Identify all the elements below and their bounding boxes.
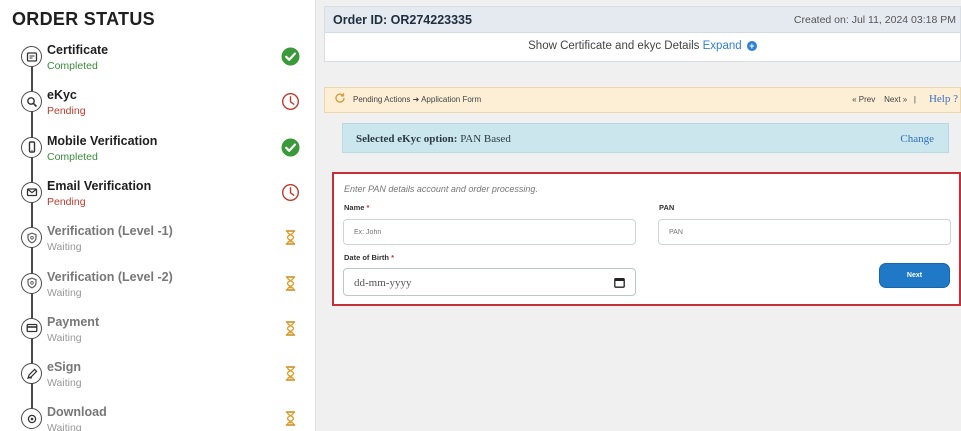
show-certificate-row: Show Certificate and ekyc Details Expand… bbox=[325, 40, 960, 52]
pan-form: Enter PAN details account and order proc… bbox=[332, 172, 961, 306]
status-step: Verification (Level -1) Waiting bbox=[0, 221, 316, 267]
email-icon bbox=[21, 181, 42, 203]
order-id: Order ID: OR274223335 bbox=[333, 13, 472, 27]
clock-icon bbox=[281, 183, 300, 202]
name-input[interactable] bbox=[343, 219, 636, 245]
ekyc-option-value: PAN Based bbox=[460, 133, 511, 145]
created-date: Created on: Jul 11, 2024 03:18 PM bbox=[793, 14, 956, 26]
step-status: Pending bbox=[47, 105, 86, 118]
prev-link[interactable]: « Prev bbox=[852, 95, 875, 104]
hourglass-icon bbox=[281, 319, 300, 338]
order-card: Order ID: OR274223335 Created on: Jul 11… bbox=[324, 6, 961, 62]
status-step: eSign Waiting bbox=[0, 357, 316, 403]
plus-circle-icon: + bbox=[746, 41, 757, 51]
next-button[interactable]: Next bbox=[879, 263, 950, 288]
step-name: Certificate bbox=[47, 43, 109, 57]
pending-actions-text: Pending Actions ➜ Application Form bbox=[353, 95, 482, 104]
form-hint: Enter PAN details account and order proc… bbox=[344, 184, 538, 194]
step-name: eSign bbox=[47, 360, 82, 375]
hourglass-icon bbox=[281, 228, 300, 247]
dob-input[interactable]: dd-mm-yyyy bbox=[343, 268, 636, 296]
check-circle-icon bbox=[281, 47, 300, 66]
download-icon bbox=[21, 408, 42, 430]
pending-actions-bar: Pending Actions ➜ Application Form « Pre… bbox=[324, 87, 961, 113]
shield-icon bbox=[21, 227, 42, 249]
show-certificate-text: Show Certificate and ekyc Details bbox=[528, 40, 700, 52]
required-mark: * bbox=[391, 253, 395, 262]
status-step: Email Verification Pending bbox=[0, 176, 316, 222]
dob-label: Date of Birth * bbox=[344, 253, 394, 262]
ekyc-option-label: Selected eKyc option: PAN Based bbox=[356, 133, 511, 145]
step-status: Pending bbox=[47, 195, 86, 208]
order-header: Order ID: OR274223335 Created on: Jul 11… bbox=[325, 7, 960, 33]
ekyc-option-bar: Selected eKyc option: PAN Based Change bbox=[342, 123, 949, 153]
main-panel: Order ID: OR274223335 Created on: Jul 11… bbox=[324, 0, 961, 431]
calendar-icon[interactable] bbox=[614, 277, 625, 288]
status-step: eKyc Pending bbox=[0, 85, 316, 131]
order-status-sidebar: ORDER STATUS Certificate Completed eKyc Pen… bbox=[0, 0, 316, 431]
step-name: Payment bbox=[47, 314, 100, 329]
step-name: Verification (Level -1) bbox=[47, 224, 173, 239]
dob-placeholder: dd-mm-yyyy bbox=[354, 277, 412, 289]
step-name: Email Verification bbox=[47, 178, 152, 193]
dob-label-text: Date of Birth bbox=[344, 253, 389, 262]
step-status: Waiting bbox=[47, 241, 82, 254]
clock-icon bbox=[281, 92, 300, 111]
pan-input[interactable] bbox=[658, 219, 951, 245]
ekyc-option-prefix: Selected eKyc option: bbox=[356, 133, 458, 145]
hourglass-icon bbox=[281, 274, 300, 293]
mobile-icon bbox=[21, 136, 42, 158]
status-step: Certificate Completed bbox=[0, 40, 316, 86]
required-mark: * bbox=[366, 203, 370, 212]
pager-separator: | bbox=[913, 95, 916, 104]
search-icon bbox=[21, 91, 42, 113]
status-step: Download Waiting bbox=[0, 402, 316, 431]
status-step: Payment Waiting bbox=[0, 312, 316, 358]
check-circle-icon bbox=[281, 138, 300, 157]
name-label-text: Name bbox=[344, 203, 365, 212]
sidebar-title: ORDER STATUS bbox=[12, 9, 155, 29]
step-status: Waiting bbox=[47, 331, 82, 344]
step-status: Waiting bbox=[47, 286, 82, 299]
hourglass-icon bbox=[281, 409, 300, 428]
step-status: Waiting bbox=[47, 422, 82, 431]
status-step: Mobile Verification Completed bbox=[0, 131, 316, 177]
expand-link[interactable]: Expand + bbox=[703, 40, 757, 52]
step-status: Completed bbox=[47, 60, 98, 72]
expand-label: Expand bbox=[702, 40, 742, 52]
card-icon bbox=[21, 317, 42, 339]
hourglass-icon bbox=[281, 364, 300, 383]
name-label: Name * bbox=[344, 203, 369, 212]
app-root: ORDER STATUS Certificate Completed eKyc Pen… bbox=[0, 0, 961, 431]
pager: « Prev Next » | bbox=[852, 95, 916, 104]
step-name: Mobile Verification bbox=[47, 133, 158, 148]
step-status: Completed bbox=[47, 150, 98, 163]
step-status: Waiting bbox=[47, 377, 82, 390]
shield-icon bbox=[21, 272, 42, 294]
refresh-icon bbox=[335, 93, 345, 103]
status-step: Verification (Level -2) Waiting bbox=[0, 267, 316, 313]
help-link[interactable]: Help ? bbox=[929, 93, 958, 105]
step-name: eKyc bbox=[47, 88, 77, 103]
pan-label: PAN bbox=[659, 203, 675, 212]
step-name: Download bbox=[47, 405, 107, 420]
change-link[interactable]: Change bbox=[900, 133, 934, 145]
pen-icon bbox=[21, 363, 42, 385]
next-link[interactable]: Next » bbox=[884, 95, 907, 104]
certificate-icon bbox=[21, 46, 42, 67]
step-name: Verification (Level -2) bbox=[47, 269, 173, 284]
